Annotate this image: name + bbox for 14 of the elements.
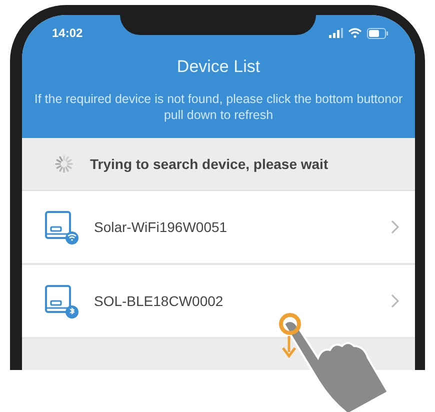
wifi-device-icon xyxy=(44,209,80,245)
bluetooth-device-icon xyxy=(44,283,80,319)
chevron-right-icon xyxy=(391,294,399,308)
chevron-right-icon xyxy=(391,220,399,234)
battery-icon xyxy=(367,28,389,38)
search-status: Trying to search device, please wait xyxy=(90,156,328,172)
refresh-hint: If the required device is not found, please click the bottom buttonor pull down to refresh xyxy=(33,91,404,123)
status-time: 14:02 xyxy=(52,26,83,40)
signal-icon xyxy=(329,28,343,38)
page-title: Device List xyxy=(176,57,260,77)
wifi-icon xyxy=(348,28,362,38)
loading-spinner-icon xyxy=(54,154,74,174)
device-list-item[interactable]: SOL-BLE18CW0002 xyxy=(22,265,415,339)
device-list-item[interactable]: Solar-WiFi196W0051 xyxy=(22,191,415,265)
